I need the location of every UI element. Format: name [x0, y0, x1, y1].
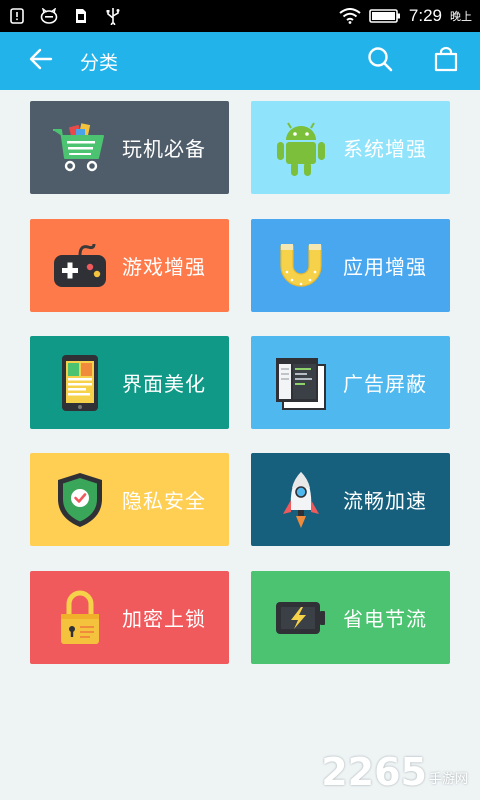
category-label: 系统增强	[343, 137, 427, 161]
sim-icon	[72, 7, 90, 25]
category-tile-system[interactable]: 系统增强	[251, 101, 450, 194]
category-tile-app[interactable]: 应用增强	[251, 219, 450, 312]
category-tile-essentials[interactable]: 玩机必备	[30, 101, 229, 194]
category-label: 隐私安全	[122, 489, 206, 513]
category-label: 应用增强	[343, 255, 427, 279]
alert-icon	[8, 7, 26, 25]
category-tile-theme[interactable]: 界面美化	[30, 336, 229, 429]
cat-icon	[40, 7, 58, 25]
window-icon	[271, 353, 331, 413]
watermark-text: 手游网	[428, 772, 468, 787]
shopping-bag-icon	[433, 46, 459, 76]
category-tile-adblock[interactable]: 广告屏蔽	[251, 336, 450, 429]
category-label: 游戏增强	[122, 255, 206, 279]
category-tile-game[interactable]: 游戏增强	[30, 219, 229, 312]
category-label: 广告屏蔽	[343, 372, 427, 396]
page-title: 分类	[80, 51, 119, 74]
battery-bolt-icon	[271, 588, 331, 648]
shopping-cart-icon	[50, 118, 110, 178]
category-label: 省电节流	[343, 607, 427, 631]
watermark-number: 2265	[321, 750, 427, 794]
rocket-icon	[271, 470, 331, 530]
android-icon	[271, 118, 331, 178]
category-label: 界面美化	[122, 372, 206, 396]
category-tile-lock[interactable]: 加密上锁	[30, 571, 229, 664]
tablet-icon	[50, 353, 110, 413]
category-tile-speed[interactable]: 流畅加速	[251, 453, 450, 546]
arrow-left-icon	[29, 48, 53, 74]
watermark: 2265 手游网	[321, 750, 468, 794]
search-icon	[367, 46, 393, 76]
category-label: 玩机必备	[122, 137, 206, 161]
shopping-bag-button[interactable]	[426, 41, 466, 81]
status-ampm: 晚上	[450, 10, 472, 23]
shield-check-icon	[50, 470, 110, 530]
category-label: 加密上锁	[122, 607, 206, 631]
usb-icon	[104, 7, 122, 25]
category-tile-privacy[interactable]: 隐私安全	[30, 453, 229, 546]
status-bar: 7:29 晚上	[0, 0, 480, 32]
padlock-icon	[50, 588, 110, 648]
battery-icon	[369, 7, 401, 25]
back-button[interactable]	[14, 32, 68, 90]
magnet-icon	[271, 236, 331, 296]
search-button[interactable]	[360, 41, 400, 81]
app-bar: 分类	[0, 32, 480, 90]
status-time: 7:29	[408, 6, 442, 25]
category-label: 流畅加速	[343, 489, 427, 513]
gamepad-icon	[50, 236, 110, 296]
wifi-icon	[339, 7, 361, 25]
category-tile-power[interactable]: 省电节流	[251, 571, 450, 664]
